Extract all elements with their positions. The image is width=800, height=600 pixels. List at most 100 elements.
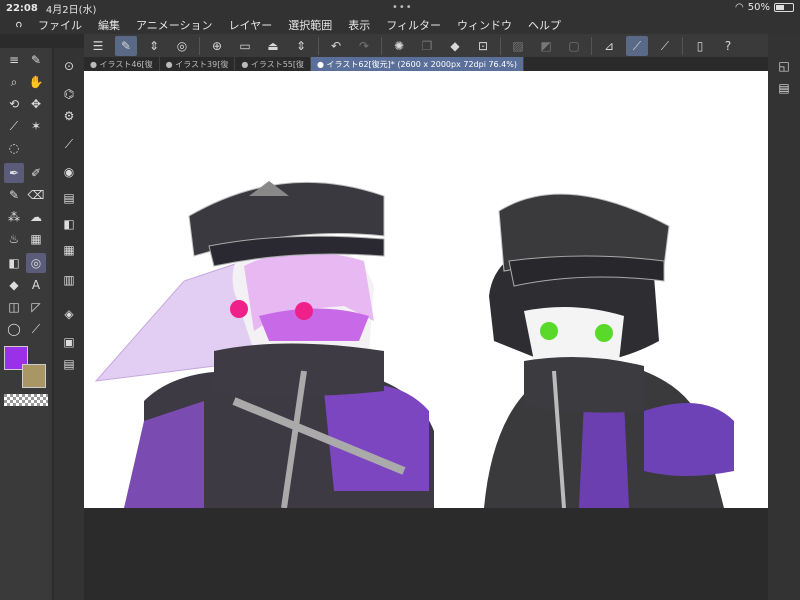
bucket-icon[interactable]: ◆	[4, 275, 24, 295]
help-icon[interactable]: ?	[717, 36, 739, 56]
undo-icon[interactable]: ↶	[325, 36, 347, 56]
wifi-icon: ◠	[735, 2, 744, 13]
layer-panel-icon[interactable]: ▤	[774, 78, 794, 98]
selection-box-icon[interactable]: ▢	[563, 36, 585, 56]
divider	[500, 37, 501, 55]
brush-tool-icon[interactable]: ✎	[4, 185, 24, 205]
app-swirl-icon[interactable]: ◎	[171, 36, 193, 56]
tool-palette: ≡ ✎ ⌕ ✋ ⟲ ✥ ⟋ ✶ ◌ ✒ ✐ ✎ ⌫ ⁂ ☁ ♨ ▦ ◧ ◎ ◆ …	[0, 48, 52, 600]
blend-icon[interactable]: ♨	[4, 229, 24, 249]
menu-help[interactable]: ヘルプ	[520, 17, 569, 33]
menu-filter[interactable]: フィルター	[378, 17, 449, 33]
menu-animation[interactable]: アニメーション	[128, 17, 221, 33]
color-circle-icon[interactable]: ◉	[59, 162, 79, 182]
divider	[199, 37, 200, 55]
date: 4月2日(水)	[45, 4, 97, 16]
menu-selection[interactable]: 選択範囲	[280, 17, 340, 33]
multitask-dots-icon[interactable]: •••	[392, 2, 413, 13]
sub-color-swatch[interactable]	[22, 364, 46, 388]
sub-tool-palette: ⊙ ⌬ ⚙ ⟋ ◉ ▤ ◧ ▦ ▥ ◈ ▣ ▤	[54, 48, 84, 600]
menu-file[interactable]: ファイル	[30, 17, 90, 33]
zoom-icon[interactable]: ⌕	[4, 72, 24, 92]
subtool-settings-icon[interactable]: ⊙	[59, 56, 79, 76]
menu-bar: ဂ ファイル 編集 アニメーション レイヤー 選択範囲 表示 フィルター ウィン…	[0, 16, 800, 34]
fill-tool-icon[interactable]: ◎	[26, 253, 46, 273]
palette-menu-icon[interactable]: ≡	[4, 50, 24, 70]
material-icon[interactable]: ▤	[59, 354, 79, 374]
invert-selection-icon[interactable]: ◩	[535, 36, 557, 56]
new-file-icon[interactable]: ⊕	[206, 36, 228, 56]
drawing-canvas[interactable]	[84, 71, 768, 508]
fill-icon[interactable]: ◆	[444, 36, 466, 56]
divider	[318, 37, 319, 55]
right-character-illustration	[484, 193, 734, 508]
frame-icon[interactable]: ◫	[4, 297, 24, 317]
right-panel-bar: ◱ ▤	[768, 34, 800, 600]
open-folder-icon[interactable]: ▭	[234, 36, 256, 56]
pen-tool-icon[interactable]: ✒	[4, 163, 24, 183]
hamburger-menu-icon[interactable]: ☰	[87, 36, 109, 56]
pencil-tool-icon[interactable]: ✐	[26, 163, 46, 183]
transform-icon[interactable]: ⊡	[472, 36, 494, 56]
copy-icon[interactable]: ❐	[416, 36, 438, 56]
lasso-icon[interactable]: ◌	[4, 138, 24, 158]
tab-illust62[interactable]: ● イラスト62[復元]* (2600 x 2000px 72dpi 76.4%…	[311, 57, 524, 71]
intermediate-color-icon[interactable]: ◧	[59, 214, 79, 234]
ruler-icon[interactable]: ⊿	[598, 36, 620, 56]
brush-size-icon[interactable]: ⟋	[59, 134, 79, 154]
pen-small-icon[interactable]: ✎	[26, 50, 46, 70]
transparent-color-icon[interactable]	[4, 394, 48, 406]
left-character-illustration	[94, 181, 434, 508]
correction-icon[interactable]: ⟋	[26, 319, 46, 339]
battery-icon	[774, 3, 794, 12]
color-set-icon[interactable]: ▤	[59, 188, 79, 208]
menu-window[interactable]: ウィンドウ	[449, 17, 520, 33]
tab-illust46[interactable]: ● イラスト46[復	[84, 57, 160, 71]
app-logo-icon[interactable]: ဂ	[8, 17, 30, 33]
divider	[682, 37, 683, 55]
airbrush-icon[interactable]: ⁂	[4, 207, 24, 227]
eyedropper-icon[interactable]: ⟋	[4, 116, 24, 136]
decoration-icon[interactable]: ☁	[26, 207, 46, 227]
text-tool-icon[interactable]: A	[26, 275, 46, 295]
approximate-color-icon[interactable]: ▦	[59, 240, 79, 260]
updown-stepper-icon-2[interactable]: ⇕	[290, 36, 312, 56]
rotate-icon[interactable]: ⟲	[4, 94, 24, 114]
updown-stepper-icon[interactable]: ⇕	[143, 36, 165, 56]
menu-layer[interactable]: レイヤー	[221, 17, 281, 33]
divider	[381, 37, 382, 55]
tab-illust39[interactable]: ● イラスト39[復	[160, 57, 236, 71]
layer-icon[interactable]: ◈	[59, 304, 79, 324]
divider	[591, 37, 592, 55]
speech-balloon-icon[interactable]: ◯	[4, 319, 24, 339]
move-icon[interactable]: ✥	[26, 94, 46, 114]
menu-view[interactable]: 表示	[340, 17, 378, 33]
canvas-tabs: ● イラスト46[復 ● イラスト39[復 ● イラスト55[復 ● イラスト6…	[84, 57, 768, 71]
navigator-icon[interactable]: ▣	[59, 332, 79, 352]
color-history-icon[interactable]: ▥	[59, 270, 79, 290]
eraser-icon[interactable]: ⌫	[26, 185, 46, 205]
redo-icon[interactable]: ↷	[353, 36, 375, 56]
hand-icon[interactable]: ✋	[26, 72, 46, 92]
gradient-icon[interactable]: ◧	[4, 253, 24, 273]
grid-icon[interactable]: ▦	[26, 229, 46, 249]
brush-stabilizer-icon[interactable]: ⟋	[626, 36, 648, 56]
canvas-background-area[interactable]	[84, 508, 768, 600]
menu-edit[interactable]: 編集	[90, 17, 128, 33]
pen-pressure-icon[interactable]: ⟋	[654, 36, 676, 56]
ruler-tool-icon[interactable]: ◸	[26, 297, 46, 317]
layer-prop-icon[interactable]: ⌬	[59, 84, 79, 104]
panel-toggle-icon[interactable]: ◱	[774, 56, 794, 76]
magic-wand-icon[interactable]: ✶	[26, 116, 46, 136]
battery-level-fill	[776, 5, 784, 10]
status-bar: 22:08 4月2日(水) ••• ◠ 50%	[0, 0, 800, 16]
tab-illust55[interactable]: ● イラスト55[復	[235, 57, 312, 71]
clock: 22:08	[6, 2, 38, 14]
deselect-icon[interactable]: ▨	[507, 36, 529, 56]
battery-percent: 50%	[747, 2, 770, 13]
save-icon[interactable]: ⏏	[262, 36, 284, 56]
companion-device-icon[interactable]: ▯	[689, 36, 711, 56]
edit-mode-icon[interactable]: ✎	[115, 36, 137, 56]
loading-spinner-icon[interactable]: ✺	[388, 36, 410, 56]
subtool-detail-icon[interactable]: ⚙	[59, 106, 79, 126]
